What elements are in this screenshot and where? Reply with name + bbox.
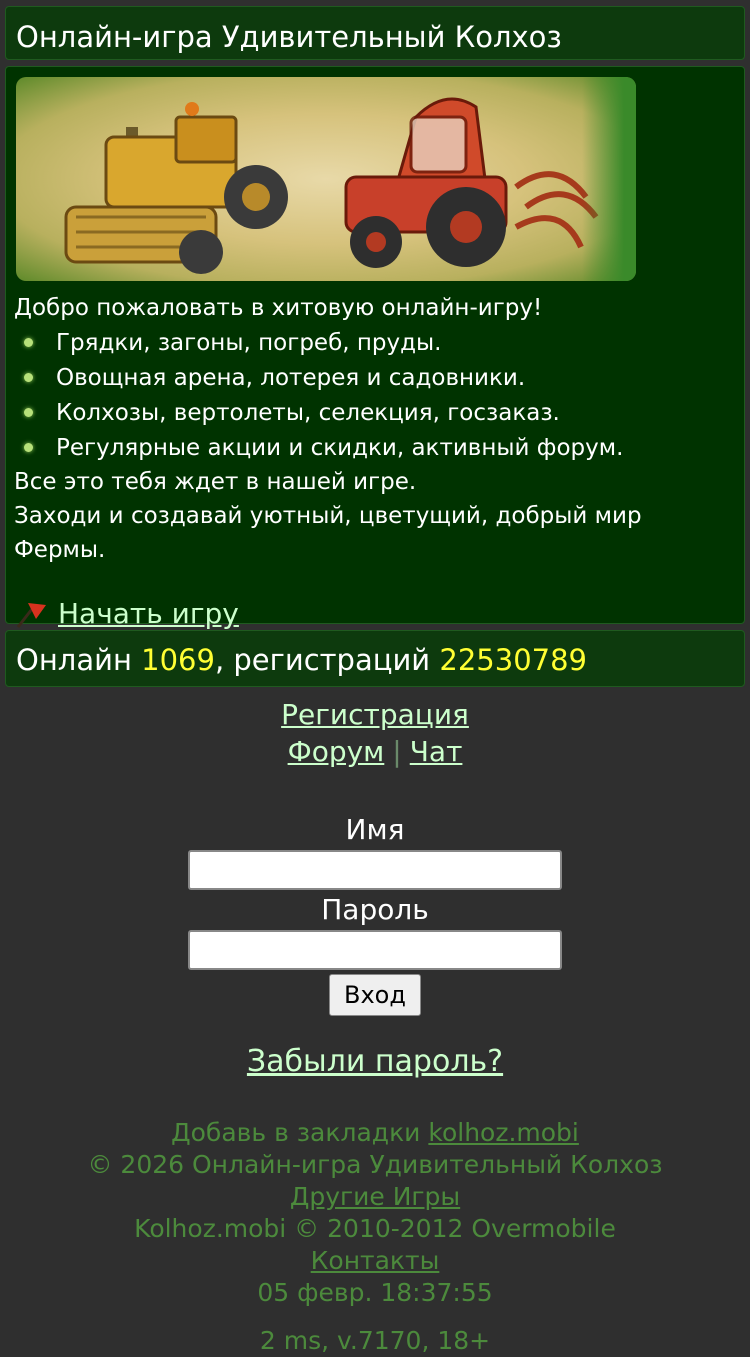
copyright-text: © 2026 Онлайн-игра Удивительный Колхоз bbox=[87, 1150, 663, 1179]
list-item: Регулярные акции и скидки, активный фору… bbox=[24, 430, 736, 465]
forgot-password-link[interactable]: Забыли пароль? bbox=[247, 1044, 503, 1079]
outro-text: Все это тебя ждет в нашей игре. Заходи и… bbox=[14, 465, 736, 567]
password-label: Пароль bbox=[321, 893, 429, 926]
contacts-link[interactable]: Контакты bbox=[311, 1246, 440, 1275]
header-bar: Онлайн-игра Удивительный Колхоз bbox=[5, 6, 745, 60]
banner-illustration bbox=[64, 97, 599, 274]
red-flag-icon bbox=[16, 602, 46, 628]
credit-text: Kolhoz.mobi © 2010-2012 Overmobile bbox=[134, 1214, 616, 1243]
bookmark-link[interactable]: kolhoz.mobi bbox=[428, 1118, 579, 1147]
beacon-light-icon bbox=[185, 102, 199, 116]
registrations-label: , регистраций bbox=[214, 643, 431, 677]
combine-harvester-illustration bbox=[64, 115, 288, 274]
game-banner-image bbox=[16, 77, 636, 281]
list-item: Колхозы, вертолеты, селекция, госзаказ. bbox=[24, 395, 736, 430]
start-game-row: Начать игру bbox=[14, 597, 736, 630]
name-label: Имя bbox=[345, 813, 405, 846]
forgot-row: Забыли пароль? bbox=[0, 1044, 750, 1079]
intro-panel: Добро пожаловать в хитовую онлайн-игру! … bbox=[5, 66, 745, 630]
password-input[interactable] bbox=[188, 930, 562, 970]
feature-list: Грядки, загоны, погреб, пруды. Овощная а… bbox=[14, 325, 736, 465]
version-text: 2 ms, v.7170, 18+ bbox=[259, 1326, 491, 1355]
list-item: Овощная арена, лотерея и садовники. bbox=[24, 360, 736, 395]
page-title: Онлайн-игра Удивительный Колхоз bbox=[16, 20, 562, 54]
name-input[interactable] bbox=[188, 850, 562, 890]
login-button[interactable]: Вход bbox=[329, 974, 421, 1016]
grass-edge bbox=[582, 77, 636, 281]
register-link[interactable]: Регистрация bbox=[281, 698, 469, 731]
start-game-link[interactable]: Начать игру bbox=[58, 597, 239, 630]
datetime-text: 05 февр. 18:37:55 bbox=[257, 1278, 493, 1307]
chat-link[interactable]: Чат bbox=[410, 735, 463, 768]
online-count: 1069 bbox=[141, 643, 215, 677]
outro-line-1: Все это тебя ждет в нашей игре. bbox=[14, 469, 417, 495]
online-label: Онлайн bbox=[16, 643, 132, 677]
bookmark-text: Добавь в закладки bbox=[171, 1118, 421, 1147]
other-games-link[interactable]: Другие Игры bbox=[290, 1182, 460, 1211]
bullet-icon bbox=[24, 338, 33, 347]
red-tractor-illustration bbox=[344, 97, 599, 268]
nav-links: Регистрация Форум | Чат bbox=[0, 696, 750, 770]
login-form: Имя Пароль Вход bbox=[0, 810, 750, 1016]
bullet-icon bbox=[24, 373, 33, 382]
stats-bar: Онлайн 1069, регистраций 22530789 bbox=[5, 630, 745, 687]
registrations-count: 22530789 bbox=[439, 643, 587, 677]
list-item: Грядки, загоны, погреб, пруды. bbox=[24, 325, 736, 360]
welcome-text: Добро пожаловать в хитовую онлайн-игру! bbox=[14, 295, 543, 321]
link-separator: | bbox=[392, 735, 402, 768]
outro-line-2: Заходи и создавай уютный, цветущий, добр… bbox=[14, 503, 642, 563]
bullet-icon bbox=[24, 408, 33, 417]
bullet-icon bbox=[24, 443, 33, 452]
footer: Добавь в закладки kolhoz.mobi © 2026 Онл… bbox=[0, 1117, 750, 1357]
forum-link[interactable]: Форум bbox=[288, 735, 385, 768]
